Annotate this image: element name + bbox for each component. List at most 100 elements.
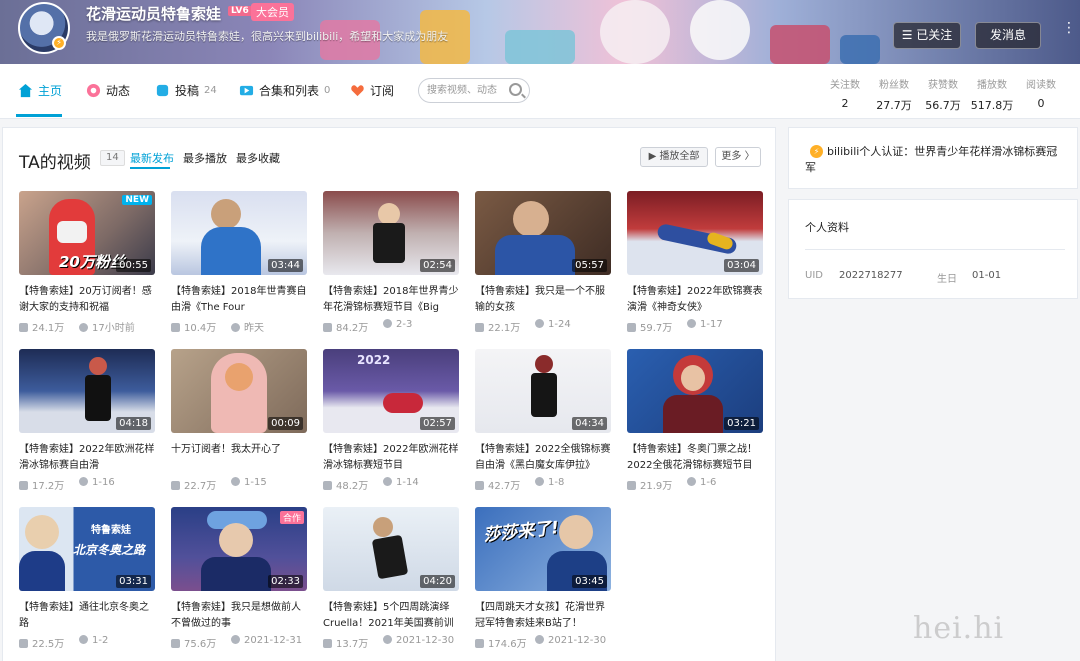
video-title[interactable]: 【特鲁索娃】2022年欧锦赛表演滑《神奇女侠》 xyxy=(627,284,763,316)
stat-following[interactable]: 关注数 2 xyxy=(820,76,870,110)
video-title[interactable]: 【特鲁索娃】冬奥门票之战！2022全俄花滑锦标赛短节目 xyxy=(627,442,763,474)
signature: 我是俄罗斯花滑运动员特鲁索娃，很高兴来到bilibili，希望和大家成为朋友 xyxy=(86,30,449,43)
video-title[interactable]: 【特鲁索娃】通往北京冬奥之路 xyxy=(19,600,155,632)
thumb-figure xyxy=(378,203,400,225)
thumb-figure xyxy=(495,235,575,275)
video-duration: 00:55 xyxy=(116,259,151,272)
video-card[interactable]: 特鲁索娃 北京冬奥之路 03:31 【特鲁索娃】通往北京冬奥之路 22.5万 1-… xyxy=(19,507,155,650)
nav-item-upload[interactable]: 投稿 24 xyxy=(155,82,217,99)
video-card[interactable]: 合作 02:33 【特鲁索娃】我只是想做前人不曾做过的事 75.6万 2021-1… xyxy=(171,507,307,650)
video-card[interactable]: 04:20 【特鲁索娃】5个四周跳演绎Cruella！2021年美国赛前训 13… xyxy=(323,507,459,650)
stat-label: 播放数 xyxy=(977,80,1007,91)
video-thumbnail[interactable]: 03:44 xyxy=(171,191,307,275)
video-card[interactable]: 05:57 【特鲁索娃】我只是一个不服输的女孩 22.1万 1-24 xyxy=(475,191,611,334)
video-thumbnail[interactable]: 莎莎来了! 03:45 xyxy=(475,507,611,591)
nav-item-home[interactable]: 主页 xyxy=(18,82,62,99)
video-views: 21.9万 xyxy=(640,481,673,492)
video-card[interactable]: 2022 02:57 【特鲁索娃】2022年欧洲花样滑冰锦标赛短节目 48.2万… xyxy=(323,349,459,492)
uid-value: 2022718277 xyxy=(839,270,903,281)
video-title[interactable]: 【特鲁索娃】2022全俄锦标赛自由滑《黑白魔女库伊拉》 xyxy=(475,442,611,474)
sort-latest[interactable]: 最新发布 xyxy=(130,150,174,166)
video-card[interactable]: 03:21 【特鲁索娃】冬奥门票之战！2022全俄花滑锦标赛短节目 21.9万 1… xyxy=(627,349,763,492)
video-thumbnail[interactable]: 20万粉丝 NEW 00:55 xyxy=(19,191,155,275)
nav-count: 24 xyxy=(204,85,217,96)
certification-panel: ⚡ bilibili个人认证：世界青少年花样滑冰锦标赛冠军 xyxy=(788,127,1078,189)
search-icon[interactable] xyxy=(509,83,522,96)
video-thumbnail[interactable]: 05:57 xyxy=(475,191,611,275)
video-thumbnail[interactable]: 合作 02:33 xyxy=(171,507,307,591)
banner-decor xyxy=(600,0,670,64)
clock-icon xyxy=(79,323,88,332)
thumb-figure xyxy=(513,201,549,237)
video-date: 1-6 xyxy=(700,477,717,488)
video-thumbnail[interactable]: 02:54 xyxy=(323,191,459,275)
sort-most-favorited[interactable]: 最多收藏 xyxy=(236,150,280,166)
sort-active-indicator xyxy=(130,167,170,169)
video-title[interactable]: 十万订阅者！我太开心了 xyxy=(171,442,307,474)
video-thumbnail[interactable]: 特鲁索娃 北京冬奥之路 03:31 xyxy=(19,507,155,591)
video-title[interactable]: 【特鲁索娃】20万订阅者！感谢大家的支持和祝福 xyxy=(19,284,155,316)
video-duration: 02:54 xyxy=(420,259,455,272)
collab-badge: 合作 xyxy=(279,511,304,524)
video-thumbnail[interactable]: 04:18 xyxy=(19,349,155,433)
more-button[interactable]: 更多 〉 xyxy=(715,147,761,167)
nav-item-collection[interactable]: 合集和列表 0 xyxy=(239,82,330,99)
message-button[interactable]: 发消息 xyxy=(975,22,1041,49)
video-date: 2021-12-30 xyxy=(396,635,455,646)
video-thumbnail[interactable]: 2022 02:57 xyxy=(323,349,459,433)
play-count-icon xyxy=(475,639,484,648)
sort-most-played[interactable]: 最多播放 xyxy=(183,150,227,166)
video-title[interactable]: 【特鲁索娃】我只是一个不服输的女孩 xyxy=(475,284,611,316)
new-badge: NEW xyxy=(122,195,152,205)
profile-info-panel: 个人资料 UID 2022718277 生日 01-01 xyxy=(788,199,1078,299)
video-date: 1-14 xyxy=(396,477,419,488)
nav-label: 投稿 xyxy=(175,84,200,98)
profile-nav: 主页 动态 投稿 24 合集和列表 0 订阅 搜索视频、动态 关注数 2 粉丝数… xyxy=(0,64,1080,119)
video-card[interactable]: 03:04 【特鲁索娃】2022年欧锦赛表演滑《神奇女侠》 59.7万 1-17 xyxy=(627,191,763,334)
video-title[interactable]: 【特鲁索娃】2018年世青赛自由滑《The Four xyxy=(171,284,307,316)
upload-icon xyxy=(156,84,169,97)
video-thumbnail[interactable]: 03:21 xyxy=(627,349,763,433)
thumb-figure xyxy=(663,395,723,433)
video-card[interactable]: 00:09 十万订阅者！我太开心了 22.7万 1-15 xyxy=(171,349,307,492)
stat-value: 517.8万 xyxy=(970,99,1014,112)
video-title[interactable]: 【特鲁索娃】5个四周跳演绎Cruella！2021年美国赛前训 xyxy=(323,600,459,632)
video-title[interactable]: 【特鲁索娃】2022年欧洲花样滑冰锦标赛短节目 xyxy=(323,442,459,474)
home-icon xyxy=(18,83,33,98)
thumb-figure xyxy=(383,393,423,413)
nav-item-dynamic[interactable]: 动态 xyxy=(86,82,130,99)
stat-label: 获赞数 xyxy=(928,80,958,91)
level-badge: LV6 xyxy=(228,6,252,16)
follow-icon: ☰ xyxy=(901,28,917,42)
video-title[interactable]: 【特鲁索娃】2022年欧洲花样滑冰锦标赛自由滑 xyxy=(19,442,155,474)
video-card[interactable]: 04:34 【特鲁索娃】2022全俄锦标赛自由滑《黑白魔女库伊拉》 42.7万 1… xyxy=(475,349,611,492)
more-vertical-icon[interactable]: ⋮ xyxy=(1062,21,1076,35)
video-title[interactable]: 【四周跳天才女孩】花滑世界冠军特鲁索娃来B站了！ xyxy=(475,600,611,632)
follow-button[interactable]: ☰ 已关注 xyxy=(893,22,961,49)
video-date: 1-24 xyxy=(548,319,571,330)
watermark-logo: hei.hi xyxy=(913,611,1005,646)
profile-title: 个人资料 xyxy=(805,221,849,234)
video-card[interactable]: 20万粉丝 NEW 00:55 【特鲁索娃】20万订阅者！感谢大家的支持和祝福 … xyxy=(19,191,155,334)
video-title[interactable]: 【特鲁索娃】我只是想做前人不曾做过的事 xyxy=(171,600,307,632)
stat-label: 阅读数 xyxy=(1026,80,1056,91)
play-count-icon xyxy=(19,481,28,490)
video-card[interactable]: 04:18 【特鲁索娃】2022年欧洲花样滑冰锦标赛自由滑 17.2万 1-16 xyxy=(19,349,155,492)
video-thumbnail[interactable]: 00:09 xyxy=(171,349,307,433)
play-all-button[interactable]: ▶ 播放全部 xyxy=(640,147,708,167)
video-card[interactable]: 莎莎来了! 03:45 【四周跳天才女孩】花滑世界冠军特鲁索娃来B站了！ 174… xyxy=(475,507,611,650)
thumb-figure xyxy=(19,551,65,591)
video-thumbnail[interactable]: 04:34 xyxy=(475,349,611,433)
video-views: 48.2万 xyxy=(336,481,369,492)
video-title[interactable]: 【特鲁索娃】2018年世界青少年花滑锦标赛短节目《Big xyxy=(323,284,459,316)
video-thumbnail[interactable]: 03:04 xyxy=(627,191,763,275)
stat-followers[interactable]: 粉丝数 27.7万 xyxy=(869,76,919,113)
play-count-icon xyxy=(475,481,484,490)
video-card[interactable]: 03:44 【特鲁索娃】2018年世青赛自由滑《The Four 10.4万 昨天 xyxy=(171,191,307,334)
banner-decor xyxy=(840,35,880,64)
nav-item-subscribe[interactable]: 订阅 xyxy=(350,82,394,99)
more-label: 更多 xyxy=(721,151,742,162)
video-thumbnail[interactable]: 04:20 xyxy=(323,507,459,591)
clock-icon xyxy=(383,635,392,644)
video-card[interactable]: 02:54 【特鲁索娃】2018年世界青少年花滑锦标赛短节目《Big 84.2万… xyxy=(323,191,459,334)
